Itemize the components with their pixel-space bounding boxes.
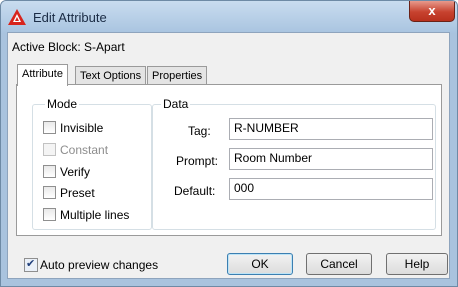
preset-option[interactable]: Preset (43, 186, 95, 201)
auto-preview-checkbox[interactable]: ✔ (24, 258, 38, 272)
mode-group-title: Mode (45, 97, 80, 111)
verify-label: Verify (60, 165, 91, 179)
auto-preview-label[interactable]: Auto preview changes (40, 258, 158, 272)
tab-attribute[interactable]: Attribute (17, 64, 68, 86)
tab-properties[interactable]: Properties (147, 66, 208, 85)
prompt-input[interactable]: Room Number (229, 148, 433, 170)
invisible-checkbox[interactable] (43, 121, 56, 134)
multiple-lines-option[interactable]: Multiple lines (43, 208, 129, 223)
multiple-lines-label: Multiple lines (60, 208, 130, 222)
close-button[interactable]: x (409, 1, 455, 22)
constant-option: Constant (43, 143, 108, 158)
window-title: Edit Attribute (33, 10, 107, 25)
tab-text-options[interactable]: Text Options (75, 66, 147, 85)
title-bar[interactable]: Edit Attribute (1, 1, 457, 33)
ok-button[interactable]: OK (227, 253, 293, 275)
preset-label: Preset (60, 186, 95, 200)
invisible-option[interactable]: Invisible (43, 121, 103, 136)
checkmark-icon: ✔ (26, 258, 36, 270)
autocad-logo-icon (8, 9, 26, 25)
default-label: Default: (174, 184, 216, 198)
verify-checkbox[interactable] (43, 165, 56, 178)
active-block-label: Active Block: S-Apart (12, 40, 125, 54)
preset-checkbox[interactable] (43, 186, 56, 199)
default-input[interactable]: 000 (229, 178, 433, 200)
data-group-title: Data (161, 97, 191, 111)
constant-checkbox (43, 143, 56, 156)
tag-input[interactable]: R-NUMBER (229, 118, 433, 140)
prompt-label: Prompt: (176, 154, 219, 168)
invisible-label: Invisible (60, 121, 104, 135)
multiple-lines-checkbox[interactable] (43, 208, 56, 221)
help-button[interactable]: Help (386, 253, 448, 275)
constant-label: Constant (60, 143, 109, 157)
verify-option[interactable]: Verify (43, 165, 90, 180)
cancel-button[interactable]: Cancel (306, 253, 372, 275)
tag-label: Tag: (188, 124, 211, 138)
